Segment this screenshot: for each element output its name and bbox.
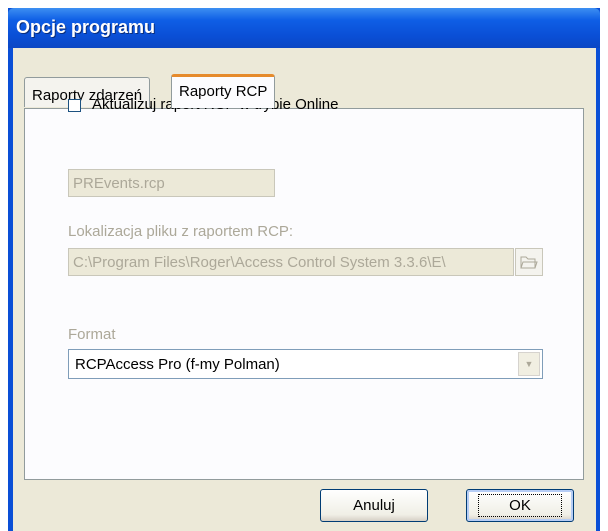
tab-panel — [24, 108, 584, 480]
format-label: Format — [68, 326, 116, 343]
location-label: Lokalizacja pliku z raportem RCP: — [68, 223, 294, 240]
cancel-label: Anuluj — [353, 497, 395, 514]
dialog-body: Raporty zdarzeń Raporty RCP — [13, 48, 596, 531]
location-field: C:\Program Files\Roger\Access Control Sy… — [68, 248, 514, 276]
dialog-window: Opcje programu Raporty zdarzeń Raporty R… — [8, 8, 600, 531]
tab-raporty-rcp[interactable]: Raporty RCP — [171, 74, 276, 108]
ok-label: OK — [478, 494, 562, 517]
file-name-value: PREvents.rcp — [73, 175, 165, 192]
browse-button — [515, 248, 543, 276]
title-bar[interactable]: Opcje programu — [8, 8, 600, 48]
chevron-down-icon[interactable]: ▼ — [518, 352, 540, 376]
format-select[interactable]: RCPAccess Pro (f-my Polman) ▼ — [68, 349, 543, 379]
location-value: C:\Program Files\Roger\Access Control Sy… — [73, 254, 446, 271]
cancel-button[interactable]: Anuluj — [320, 489, 428, 522]
file-name-field: PREvents.rcp — [68, 169, 275, 197]
window-title: Opcje programu — [16, 17, 156, 37]
folder-open-icon — [520, 256, 538, 269]
tab-label: Raporty RCP — [179, 83, 268, 100]
online-report-checkbox[interactable] — [68, 99, 81, 112]
ok-button[interactable]: OK — [466, 489, 574, 522]
format-selected: RCPAccess Pro (f-my Polman) — [75, 356, 280, 373]
